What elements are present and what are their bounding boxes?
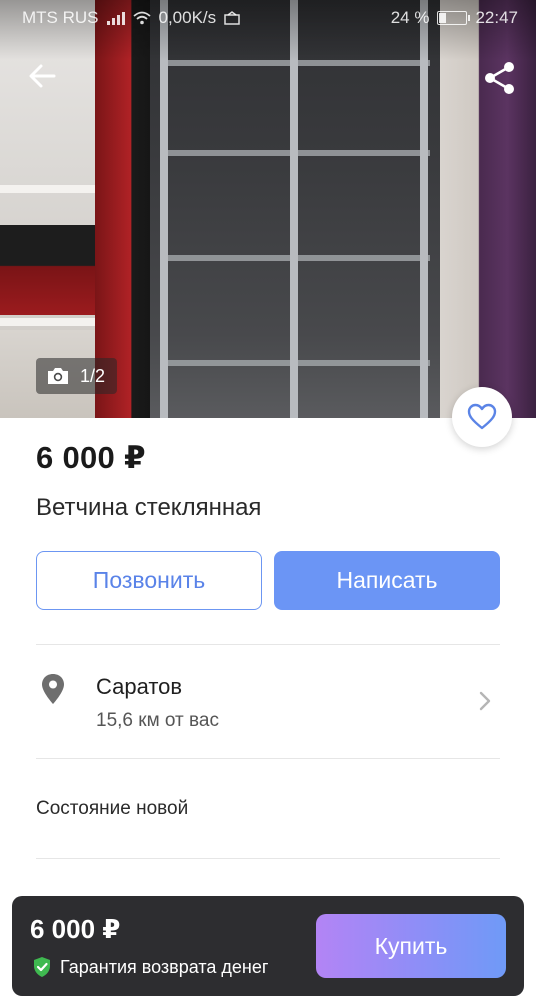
photo-counter-text: 1/2 xyxy=(80,365,106,386)
favorite-button[interactable] xyxy=(452,387,512,447)
photo-background xyxy=(420,0,428,418)
divider xyxy=(36,858,500,859)
condition-text: Состояние новой xyxy=(36,798,189,819)
location-city: Саратов xyxy=(96,674,183,699)
buy-bar-price: 6 000 ₽ xyxy=(30,914,121,944)
photo-background xyxy=(290,0,298,418)
shield-check-icon xyxy=(34,957,50,977)
photo-background xyxy=(0,225,95,315)
product-photo[interactable] xyxy=(0,0,536,418)
photo-background xyxy=(0,185,100,193)
wifi-icon xyxy=(132,11,151,25)
battery-level xyxy=(439,13,447,23)
call-button[interactable]: Позвонить xyxy=(36,551,262,610)
clock: 22:47 xyxy=(475,8,518,27)
network-speed: 0,00K/s xyxy=(158,8,217,27)
money-back-guarantee[interactable]: Гарантия возврата денег xyxy=(32,956,268,978)
buy-button[interactable]: Купить xyxy=(316,914,506,978)
status-bar: MTS RUS 0,00K/s 24 % 22:47 xyxy=(0,0,536,36)
photo-counter: 1/2 xyxy=(36,358,118,394)
map-pin-icon xyxy=(42,674,64,704)
listing-title: Ветчина стеклянная xyxy=(36,494,262,521)
battery-percent: 24 % xyxy=(390,8,430,27)
chevron-right-icon xyxy=(479,691,491,711)
share-icon[interactable] xyxy=(480,58,520,98)
divider xyxy=(36,758,500,759)
write-button[interactable]: Написать xyxy=(274,551,500,610)
listing-price: 6 000 ₽ xyxy=(36,440,146,475)
divider xyxy=(36,644,500,645)
arrow-left-icon[interactable] xyxy=(24,58,60,94)
camera-icon xyxy=(48,368,68,384)
heart-icon xyxy=(467,403,497,430)
battery-icon xyxy=(437,11,471,25)
carrier-name: MTS RUS xyxy=(22,8,99,27)
buy-bar: 6 000 ₽ Гарантия возврата денег Купить xyxy=(12,896,524,996)
guarantee-text: Гарантия возврата денег xyxy=(60,956,269,977)
location-distance: 15,6 км от вас xyxy=(96,710,219,731)
signal-icon xyxy=(106,11,125,25)
notification-icon xyxy=(224,11,240,25)
photo-background xyxy=(0,318,100,326)
location-row[interactable]: Саратов 15,6 км от вас xyxy=(36,664,500,744)
photo-background xyxy=(160,0,168,418)
